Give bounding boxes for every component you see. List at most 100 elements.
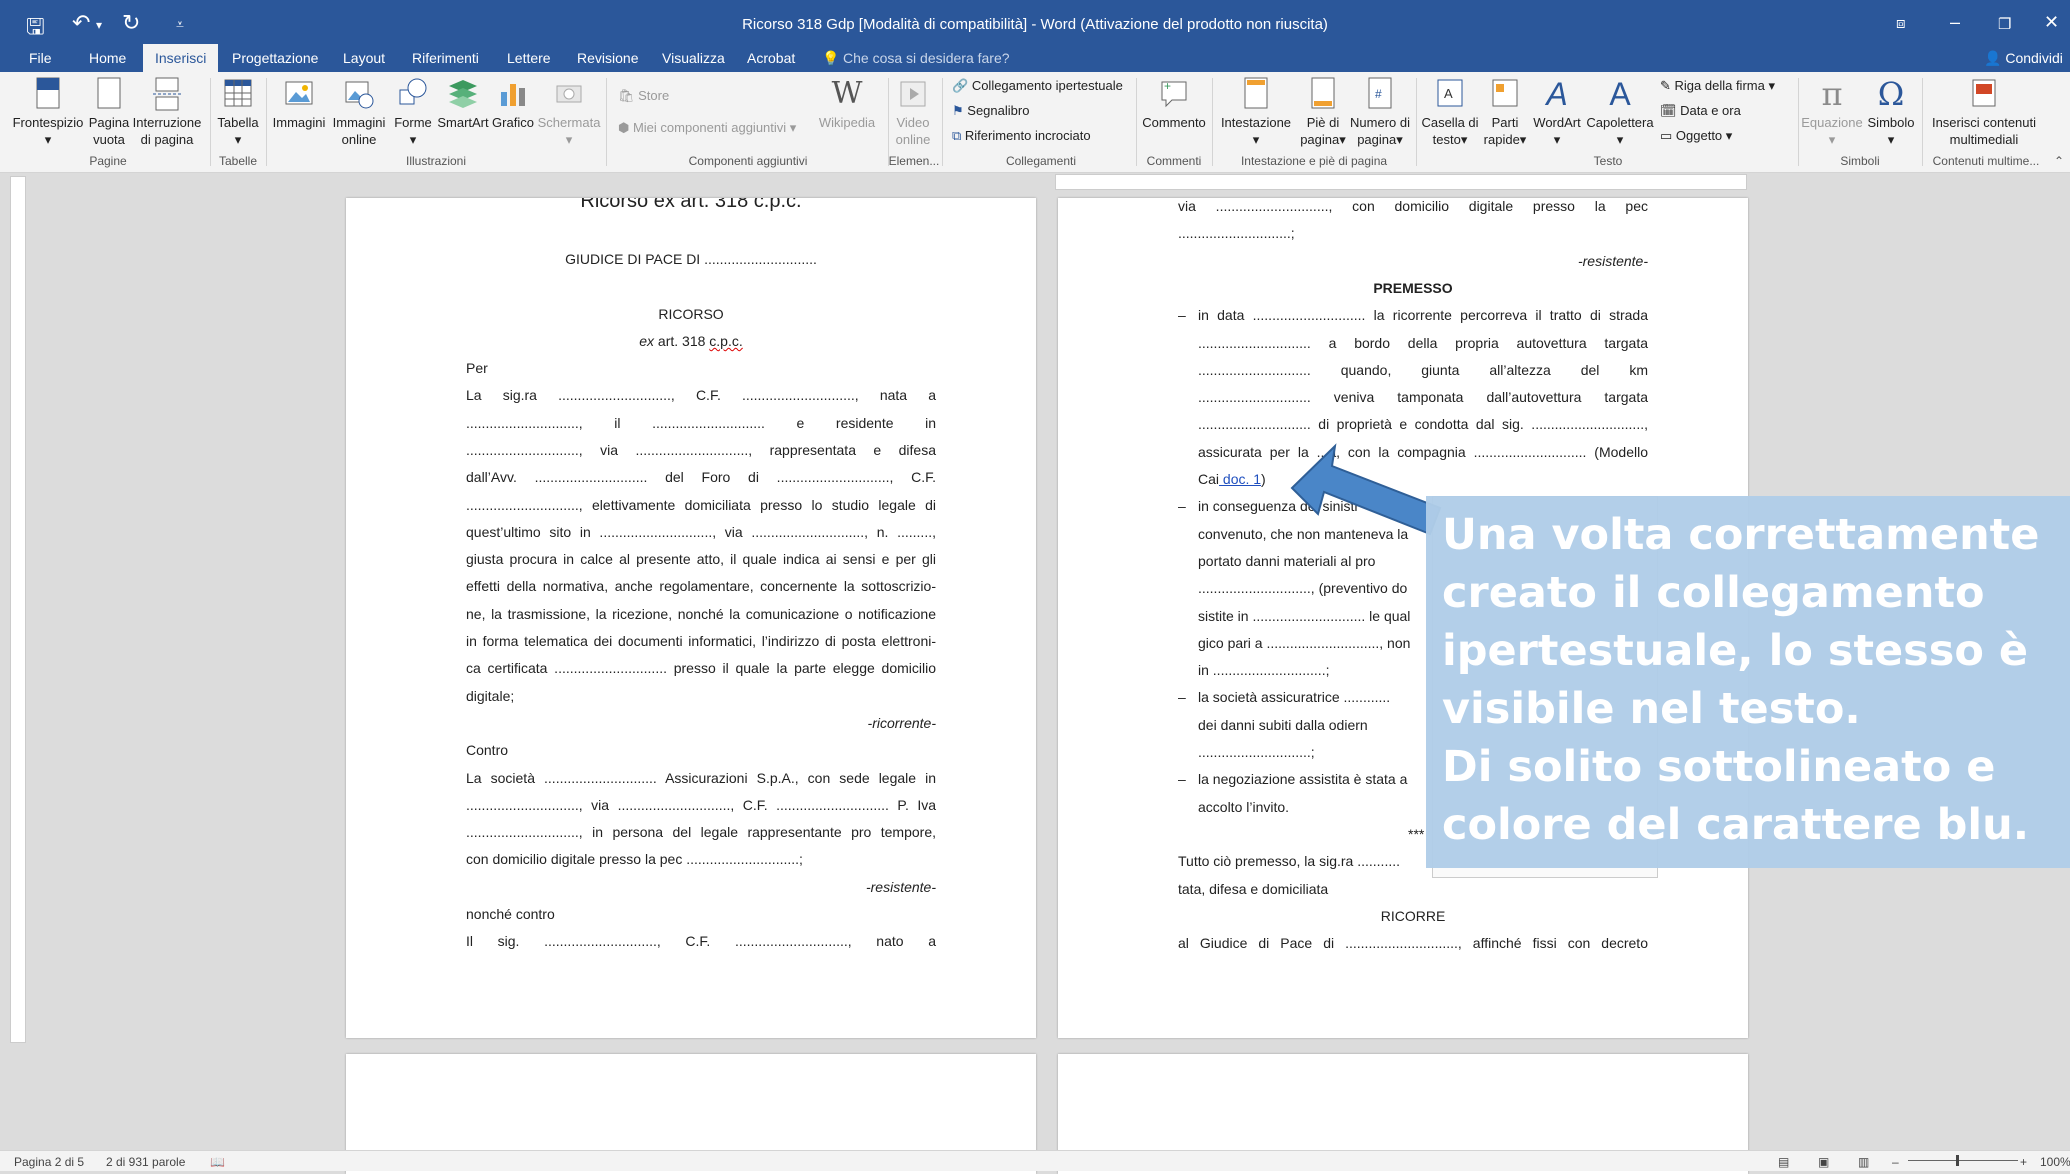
horizontal-ruler[interactable] [1055, 174, 1747, 190]
grafico-button[interactable]: Grafico [490, 76, 536, 131]
equazione-button[interactable]: π Equazione ▾ [1800, 76, 1864, 148]
collapse-ribbon-icon[interactable]: ⌃ [2054, 154, 2064, 168]
page-count[interactable]: Pagina 2 di 5 [14, 1155, 84, 1169]
text-line: ............................., elettivam… [466, 496, 936, 513]
group-separator [266, 78, 267, 166]
text-line: ............................. quando, gi… [1198, 361, 1648, 378]
smartart-button[interactable]: SmartArt [436, 76, 490, 131]
frontespizio-button[interactable]: Frontespizio ▾ [10, 76, 86, 148]
immagini-button[interactable]: Immagini [270, 76, 328, 131]
tab-layout[interactable]: Layout [343, 50, 385, 66]
text-line: ............................. di proprie… [1198, 416, 1648, 433]
riferimento-incrociato-button[interactable]: ⧉ Riferimento incrociato [952, 128, 1091, 144]
zoom-level[interactable]: 100% [2040, 1155, 2070, 1169]
status-bar: Pagina 2 di 5 2 di 931 parole 📖 ▤ ▣ ▥ – … [0, 1150, 2070, 1171]
tabella-button[interactable]: Tabella ▾ [214, 76, 262, 148]
tab-inserisci[interactable]: Inserisci [143, 44, 219, 72]
blank-page-icon [97, 77, 121, 109]
group-contenuti-multimediali: Contenuti multime... [1932, 154, 2040, 168]
text-line: ............................. veniva tam… [1198, 389, 1648, 406]
shapes-icon [399, 78, 427, 105]
tab-revisione[interactable]: Revisione [577, 50, 638, 66]
hyperlink-doc-1[interactable]: doc. 1 [1219, 471, 1261, 487]
dropdown-icon: ▾ [1828, 132, 1836, 147]
oggetto-button[interactable]: ▭ Oggetto ▾ [1660, 128, 1732, 144]
close-button[interactable]: ✕ [2044, 12, 2059, 33]
group-illustrazioni: Illustrazioni [405, 154, 467, 168]
smartart-icon [449, 80, 477, 108]
screenshot-icon [556, 85, 582, 103]
parti-rapide-button[interactable]: Parti rapide▾ [1480, 76, 1530, 148]
zoom-slider[interactable] [1908, 1160, 2018, 1161]
restore-button[interactable]: ❐ [1998, 15, 2011, 33]
document-page-left[interactable]: Ricorso ex art. 318 c.p.c. GIUDICE DI PA… [346, 198, 1036, 1038]
web-layout-icon[interactable]: ▥ [1858, 1155, 1869, 1169]
di-pagina-label: di pagina [140, 132, 194, 147]
proofing-icon[interactable]: 📖 [210, 1155, 225, 1169]
segnalibro-button[interactable]: ⚑ Segnalibro [952, 103, 1029, 119]
page-heading: Ricorso ex art. 318 c.p.c. [580, 198, 802, 212]
dropdown-icon: ▾ [234, 132, 242, 147]
capolettera-button[interactable]: A Capolettera ▾ [1584, 76, 1656, 148]
pagina-vuota-button[interactable]: Pagina vuota [86, 76, 132, 148]
casella-di-testo-button[interactable]: A Casella di testo▾ [1420, 76, 1480, 148]
minimize-button[interactable]: – [1950, 12, 1960, 33]
tab-riferimenti[interactable]: Riferimenti [412, 50, 479, 66]
dropdown-icon: ▾ [565, 132, 573, 147]
group-simboli: Simboli [1840, 154, 1880, 168]
tab-file[interactable]: File [29, 50, 52, 66]
wordart-button[interactable]: A WordArt ▾ [1530, 76, 1584, 148]
miei-componenti-button[interactable]: ⬢ Miei componenti aggiuntivi ▾ [618, 120, 796, 136]
group-separator [1922, 78, 1923, 166]
header-icon [1244, 77, 1268, 109]
word-count[interactable]: 2 di 931 parole [106, 1155, 185, 1169]
print-layout-icon[interactable]: ▣ [1818, 1155, 1829, 1169]
riga-firma-label: Riga della firma [1674, 78, 1765, 93]
wikipedia-icon: W [831, 76, 863, 111]
inserisci-contenuti-multimediali-button[interactable]: Inserisci contenuti multimediali [1924, 76, 2044, 148]
riga-della-firma-button[interactable]: ✎ Riga della firma ▾ [1660, 78, 1775, 94]
interruzione-pagina-button[interactable]: Interruzione di pagina [132, 76, 202, 148]
tab-acrobat[interactable]: Acrobat [747, 50, 795, 66]
text-line: -resistente- [865, 878, 936, 895]
dropdown-icon: ▾ [1768, 78, 1775, 93]
annotation-callout: Una volta correttamente creato il colleg… [1426, 496, 2070, 868]
intestazione-button[interactable]: Intestazione ▾ [1216, 76, 1296, 148]
read-mode-icon[interactable]: ▤ [1778, 1155, 1789, 1169]
video-label-2: online [895, 132, 931, 147]
tell-me-input[interactable]: Che cosa si desidera fare? [843, 50, 1010, 66]
text-line: ............................., via .....… [466, 796, 936, 813]
tab-home[interactable]: Home [89, 50, 126, 66]
zoom-slider-thumb[interactable] [1956, 1155, 1959, 1166]
zoom-in-button[interactable]: + [2020, 1155, 2027, 1169]
pie-di-pagina-button[interactable]: Piè di pagina▾ [1296, 76, 1350, 148]
zoom-out-button[interactable]: – [1892, 1155, 1899, 1169]
simbolo-button[interactable]: Ω Simbolo ▾ [1864, 76, 1918, 148]
video-online-button[interactable]: Video online [890, 76, 936, 148]
commento-button[interactable]: + Commento [1140, 76, 1208, 131]
dropdown-icon: ▾ [1519, 132, 1527, 147]
ribbon: Frontespizio ▾ Pagina vuota Interruzione di… [0, 72, 2070, 173]
share-button[interactable]: 👤 Condividi [1984, 50, 2063, 67]
video-icon [900, 81, 926, 107]
group-separator [1212, 78, 1213, 166]
collegamento-ipertestuale-button[interactable]: 🔗 Collegamento ipertestuale [952, 78, 1123, 94]
forme-button[interactable]: Forme ▾ [390, 76, 436, 148]
text-line: quest’ultimo sito in ...................… [466, 523, 936, 540]
numero-di-pagina-button[interactable]: # Numero di pagina▾ [1348, 76, 1412, 148]
tab-progettazione[interactable]: Progettazione [232, 50, 318, 66]
vertical-ruler[interactable] [10, 176, 26, 1043]
data-e-ora-button[interactable]: 🗓 Data e ora [1660, 103, 1741, 119]
ribbon-display-icon[interactable]: ⧈ [1896, 15, 1906, 32]
tab-visualizza[interactable]: Visualizza [662, 50, 725, 66]
immagini-online-button[interactable]: Immagini online [330, 76, 388, 148]
schermata-button[interactable]: Schermata ▾ [536, 76, 602, 148]
intestazione-label: Intestazione [1220, 115, 1292, 130]
footer-icon [1311, 77, 1335, 109]
text-line: effetti della normativa, anche regolamen… [466, 578, 936, 595]
dropdown-icon: ▾ [44, 132, 52, 147]
pie-label-2: pagina [1300, 132, 1340, 147]
tab-lettere[interactable]: Lettere [507, 50, 551, 66]
wikipedia-button[interactable]: W Wikipedia [812, 76, 882, 131]
store-button[interactable]: 🛍 Store [618, 88, 669, 104]
